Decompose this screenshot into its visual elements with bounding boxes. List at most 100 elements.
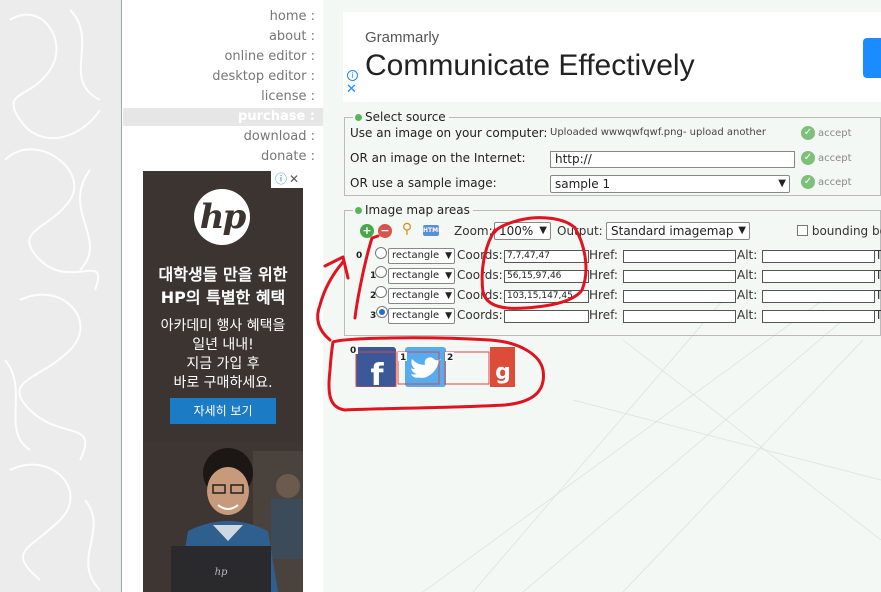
uploaded-text: Uploaded wwwqwfqwf.png- upload another [550, 127, 766, 138]
image-map-preview[interactable]: f g 0 1 2 [349, 345, 515, 387]
accept-label: accept [818, 127, 852, 139]
ad-info-icon[interactable]: i [347, 70, 358, 81]
grammarly-cta-button[interactable] [863, 38, 881, 78]
alt-input[interactable] [762, 310, 875, 323]
image-map-areas-legend: Image map areas [353, 203, 473, 217]
hp-headline-line-1: 대학생들 만을 위한 [158, 265, 288, 284]
hp-logo: hp [194, 189, 250, 245]
area-radio[interactable] [375, 286, 387, 298]
bounding-box-toggle[interactable]: bounding bo [797, 224, 881, 238]
main-area: Grammarly Communicate Effectively i ✕ Se… [323, 0, 881, 592]
coords-label: Coords: [457, 308, 503, 322]
coords-label: Coords: [457, 288, 503, 302]
href-input[interactable] [623, 310, 736, 323]
coords-input[interactable]: 56,15,97,46 [504, 270, 589, 283]
alt-input[interactable] [762, 290, 875, 303]
nav-purchase[interactable]: purchase : [123, 108, 323, 126]
hp-headline: 대학생들 만을 위한 HP의 특별한 혜택 [143, 263, 303, 309]
href-input[interactable] [623, 250, 736, 263]
add-icon[interactable]: + [360, 224, 374, 238]
zoom-value: 100% [499, 224, 534, 238]
alt-label: Alt: [737, 308, 758, 322]
nav-online-editor[interactable]: online editor : [224, 49, 315, 64]
svg-text:hp: hp [215, 567, 228, 578]
area-label-1: 1 [400, 353, 406, 363]
nav-home[interactable]: home : [270, 9, 315, 24]
title-label: T [875, 248, 881, 262]
coords-input[interactable] [504, 310, 589, 323]
hp-sub-line-1: 아카데미 행사 혜택을 [160, 318, 286, 334]
accept-computer[interactable]: ✓ accept [801, 126, 852, 140]
hp-ad-banner[interactable]: ⓘ ✕ hp 대학생들 만을 위한 HP의 특별한 혜택 아카데미 행사 혜택을 … [143, 171, 303, 592]
ad-close-icon[interactable]: ✕ [346, 83, 357, 96]
href-label: Href: [589, 308, 618, 322]
background-rays [422, 300, 881, 592]
area-label-2: 2 [447, 353, 453, 363]
zoom-select[interactable]: 100% ▼ [494, 222, 551, 240]
internet-label: OR an image on the Internet: [350, 151, 526, 165]
coords-input[interactable]: 103,15,147,45 [504, 290, 589, 303]
nav-download[interactable]: download : [244, 129, 315, 144]
area-index: 0 [356, 251, 363, 261]
grammarly-ad[interactable]: Grammarly Communicate Effectively i ✕ [343, 12, 881, 102]
href-input[interactable] [623, 290, 736, 303]
remove-icon[interactable]: − [378, 224, 392, 238]
href-input[interactable] [623, 270, 736, 283]
nav-donate[interactable]: donate : [261, 149, 315, 164]
html-icon[interactable]: HTML [423, 225, 442, 236]
accept-label: accept [818, 176, 852, 188]
chevron-down-icon: ▼ [778, 178, 786, 189]
area-radio[interactable] [376, 306, 388, 318]
accept-icon: ✓ [801, 175, 815, 189]
chevron-down-icon: ▼ [445, 311, 452, 321]
alt-input[interactable] [762, 250, 875, 263]
hp-subtext: 아카데미 행사 혜택을 일년 내내! 지금 가입 후 바로 구매하세요. [143, 317, 303, 393]
sample-image-select[interactable]: sample 1 ▼ [550, 175, 790, 193]
href-label: Href: [589, 248, 618, 262]
area-shape-select[interactable]: rectangle ▼ [388, 288, 455, 304]
area-radio[interactable] [375, 247, 387, 259]
nav-license[interactable]: license : [261, 89, 315, 104]
accept-sample[interactable]: ✓ accept [801, 175, 852, 189]
accept-icon: ✓ [801, 126, 815, 140]
alt-input[interactable] [762, 270, 875, 283]
adchoices-icon[interactable]: ⓘ ✕ [271, 171, 303, 188]
select-source-legend: Select source [353, 110, 449, 124]
svg-text:g: g [495, 360, 511, 385]
sample-select-value: sample 1 [555, 177, 611, 191]
area-shape-value: rectangle [392, 290, 440, 301]
nav-desktop-editor[interactable]: desktop editor : [212, 69, 315, 84]
bounding-box-checkbox[interactable] [797, 225, 808, 236]
hp-details-button[interactable]: 자세히 보기 [170, 398, 276, 424]
image-url-input[interactable]: http:// [550, 151, 795, 168]
title-label: T [875, 268, 881, 282]
decorative-strip [0, 0, 122, 592]
zoom-icon[interactable]: ⚲ [400, 222, 414, 236]
area-shape-value: rectangle [392, 250, 440, 261]
output-select[interactable]: Standard imagemap ▼ [606, 222, 750, 240]
grammarly-brand: Grammarly [365, 29, 440, 46]
chevron-down-icon: ▼ [445, 271, 452, 281]
title-label: T [875, 308, 881, 322]
nav-about[interactable]: about : [269, 29, 315, 44]
chevron-down-icon: ▼ [445, 251, 452, 261]
area-radio[interactable] [375, 266, 387, 278]
upload-another-link[interactable]: upload another [690, 127, 766, 138]
computer-label: Use an image on your computer: [350, 126, 548, 140]
coords-input[interactable]: 7,7,47,47 [504, 250, 589, 263]
accept-internet[interactable]: ✓ accept [801, 151, 852, 165]
select-source-title: Select source [365, 110, 446, 124]
area-shape-select[interactable]: rectangle ▼ [388, 308, 455, 324]
accept-icon: ✓ [801, 151, 815, 165]
area-shape-select[interactable]: rectangle ▼ [388, 248, 455, 264]
coords-label: Coords: [457, 248, 503, 262]
href-label: Href: [589, 288, 618, 302]
legend-dot-icon [355, 206, 362, 214]
alt-label: Alt: [737, 268, 758, 282]
href-label: Href: [589, 268, 618, 282]
hp-sub-line-2: 일년 내내! [192, 337, 254, 353]
area-shape-select[interactable]: rectangle ▼ [388, 268, 455, 284]
hp-ad-photo: hp [143, 441, 303, 592]
chevron-down-icon: ▼ [539, 225, 547, 236]
hp-headline-line-2: HP의 특별한 혜택 [160, 288, 286, 307]
